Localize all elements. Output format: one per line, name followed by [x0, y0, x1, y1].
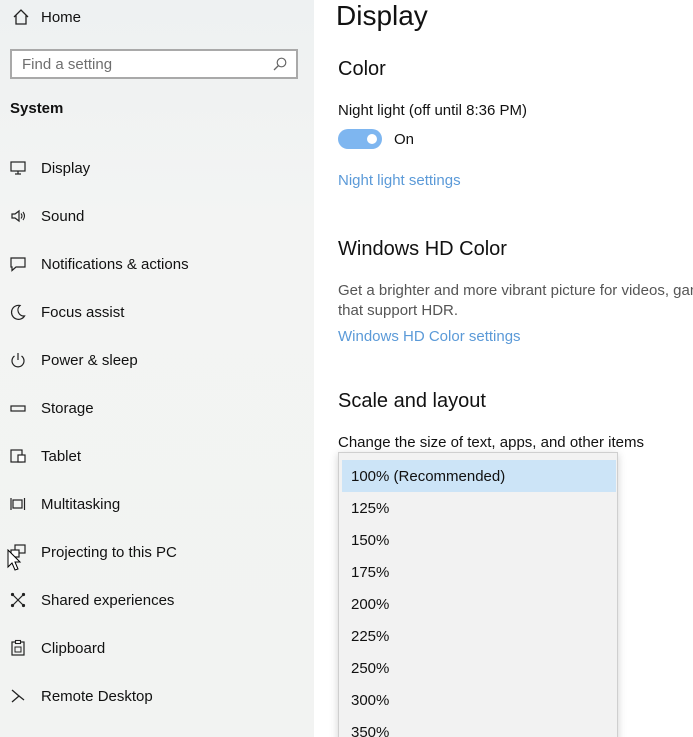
moon-icon	[8, 302, 28, 322]
sidebar-item-label: Storage	[41, 399, 94, 417]
scale-option-300[interactable]: 300%	[342, 684, 616, 716]
sidebar-item-label: Focus assist	[41, 303, 125, 321]
sidebar-item-label: Power & sleep	[41, 351, 138, 369]
search-input[interactable]	[22, 55, 270, 73]
sidebar-item-label: Remote Desktop	[41, 687, 153, 705]
sidebar-item-label: Projecting to this PC	[41, 543, 177, 561]
sidebar-item-notifications[interactable]: Notifications & actions	[0, 244, 314, 284]
sidebar-item-shared-experiences[interactable]: Shared experiences	[0, 580, 314, 620]
scale-option-350[interactable]: 350%	[342, 716, 616, 737]
section-title-system: System	[10, 100, 64, 117]
toggle-knob	[367, 134, 377, 144]
display-settings-pane: Display Color Night light (off until 8:3…	[314, 0, 693, 737]
multitasking-icon	[8, 494, 28, 514]
home-icon	[10, 6, 32, 28]
message-icon	[8, 254, 28, 274]
hd-color-heading: Windows HD Color	[338, 238, 507, 260]
scale-label: Change the size of text, apps, and other…	[338, 434, 645, 451]
mouse-cursor-icon	[7, 549, 22, 571]
sidebar-item-clipboard[interactable]: Clipboard	[0, 628, 314, 668]
hd-color-description-line2: that support HDR.	[338, 302, 459, 319]
hd-color-description-line1: Get a brighter and more vibrant picture …	[338, 282, 693, 299]
tablet-icon	[8, 446, 28, 466]
scale-dropdown-list[interactable]: 100% (Recommended) 125% 150% 175% 200% 2…	[338, 452, 618, 737]
sidebar-item-label: Sound	[41, 207, 85, 225]
sidebar-item-storage[interactable]: Storage	[0, 388, 314, 428]
sidebar-item-label: Tablet	[41, 447, 82, 465]
scale-option-150[interactable]: 150%	[342, 524, 616, 556]
settings-sidebar: Home System Display Sound Notifications …	[0, 0, 314, 737]
hd-color-settings-link[interactable]: Windows HD Color settings	[338, 328, 521, 345]
sidebar-item-focus-assist[interactable]: Focus assist	[0, 292, 314, 332]
scale-option-200[interactable]: 200%	[342, 588, 616, 620]
scale-option-100[interactable]: 100% (Recommended)	[342, 460, 616, 492]
monitor-icon	[8, 158, 28, 178]
sidebar-item-sound[interactable]: Sound	[0, 196, 314, 236]
share-icon	[8, 590, 28, 610]
sidebar-item-tablet[interactable]: Tablet	[0, 436, 314, 476]
scale-option-125[interactable]: 125%	[342, 492, 616, 524]
sidebar-item-label: Clipboard	[41, 639, 106, 657]
speaker-icon	[8, 206, 28, 226]
night-light-settings-link[interactable]: Night light settings	[338, 172, 461, 189]
scale-option-225[interactable]: 225%	[342, 620, 616, 652]
clipboard-icon	[8, 638, 28, 658]
scale-option-175[interactable]: 175%	[342, 556, 616, 588]
sidebar-item-label: Shared experiences	[41, 591, 175, 609]
sidebar-item-display[interactable]: Display	[0, 148, 314, 188]
scale-layout-heading: Scale and layout	[338, 390, 486, 412]
home-nav-item[interactable]: Home	[10, 6, 81, 28]
storage-icon	[8, 398, 28, 418]
search-box[interactable]	[10, 49, 298, 79]
toggle-state-label: On	[394, 131, 415, 148]
power-icon	[8, 350, 28, 370]
scale-option-250[interactable]: 250%	[342, 652, 616, 684]
page-title: Display	[336, 0, 428, 31]
color-heading: Color	[338, 58, 386, 80]
sidebar-item-projecting[interactable]: Projecting to this PC	[0, 532, 314, 572]
sidebar-item-label: Display	[41, 159, 91, 177]
sidebar-item-remote-desktop[interactable]: Remote Desktop	[0, 676, 314, 716]
remote-desktop-icon	[8, 686, 28, 706]
home-label: Home	[41, 8, 82, 26]
night-light-toggle[interactable]	[338, 129, 382, 149]
sidebar-item-label: Multitasking	[41, 495, 121, 513]
sidebar-item-multitasking[interactable]: Multitasking	[0, 484, 314, 524]
search-icon[interactable]	[270, 54, 290, 74]
night-light-label: Night light (off until 8:36 PM)	[338, 102, 527, 119]
sidebar-item-label: Notifications & actions	[41, 255, 189, 273]
sidebar-item-power-sleep[interactable]: Power & sleep	[0, 340, 314, 380]
